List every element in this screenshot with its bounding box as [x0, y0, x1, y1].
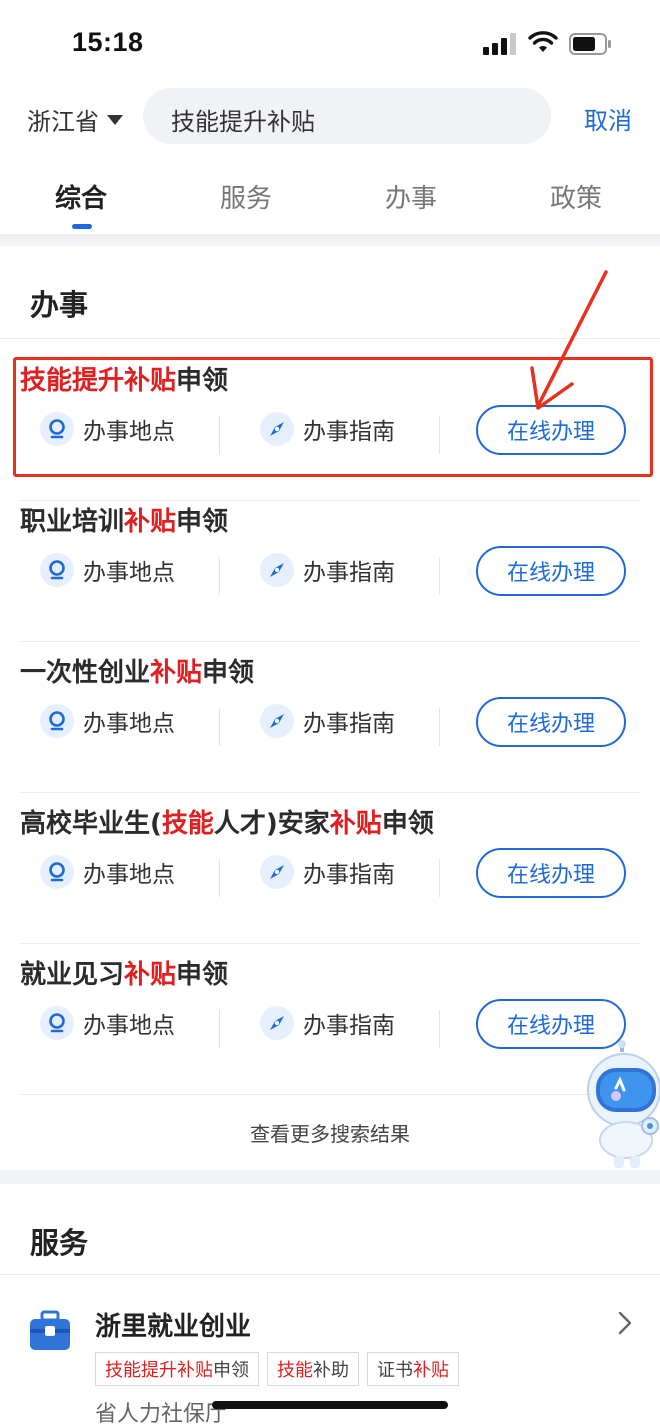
online-apply-button[interactable]: 在线办理: [476, 697, 626, 747]
search-input[interactable]: 技能提升补贴: [143, 88, 551, 144]
service-org: 省人力社保厅: [95, 1402, 228, 1427]
guide-action[interactable]: 办事指南: [260, 704, 395, 738]
search-bar: 浙江省 技能提升补贴 取消: [0, 88, 660, 146]
affairs-item[interactable]: 就业见习补贴申领 办事地点 办事指南 在线办理: [0, 944, 660, 1095]
affairs-item-title[interactable]: 高校毕业生(技能人才)安家补贴申领: [20, 803, 434, 840]
tag-text: 证书: [377, 1360, 413, 1381]
assistant-robot-icon[interactable]: [586, 1040, 660, 1170]
tab-policy[interactable]: 政策: [550, 178, 602, 215]
action-separator: [219, 859, 220, 897]
location-action-label: 办事地点: [83, 560, 175, 586]
search-query: 技能提升补贴: [171, 108, 315, 136]
annotation-arrow-icon: [530, 270, 608, 410]
affairs-item[interactable]: 职业培训补贴申领 办事地点 办事指南 在线办理: [0, 491, 660, 642]
tab-comprehensive[interactable]: 综合: [55, 178, 107, 215]
title-text: 职业培训: [20, 507, 125, 537]
status-bar: 15:18: [0, 0, 660, 88]
guide-action-label: 办事指南: [303, 560, 395, 586]
title-text: 申领: [202, 658, 255, 688]
action-separator: [439, 1010, 440, 1048]
province-selector[interactable]: 浙江省: [27, 102, 123, 137]
location-action[interactable]: 办事地点: [40, 704, 175, 738]
action-separator: [219, 557, 220, 595]
more-results-link[interactable]: 查看更多搜索结果: [0, 1118, 660, 1147]
location-pin-icon: [40, 704, 74, 738]
keyword-highlight: 补贴: [329, 809, 382, 839]
section-gap: [0, 1170, 660, 1184]
compass-icon: [260, 553, 294, 587]
action-separator: [219, 708, 220, 746]
tabs-shadow: [0, 234, 660, 246]
tag-text: 申领: [213, 1360, 249, 1381]
title-text: 人才)安家: [213, 809, 330, 839]
title-text: 申领: [381, 809, 434, 839]
keyword-highlight: 补贴: [413, 1360, 449, 1381]
affairs-item[interactable]: 一次性创业补贴申领办事地点 办事指南 在线办理: [0, 642, 660, 793]
chevron-right-icon: [618, 1311, 632, 1335]
guide-action-label: 办事指南: [303, 1013, 395, 1039]
keyword-highlight: 技能: [277, 1360, 313, 1381]
cellular-signal-icon: [483, 33, 517, 55]
tab-affairs[interactable]: 办事: [385, 178, 437, 215]
location-pin-icon: [40, 553, 74, 587]
title-text: 一次性创业: [20, 658, 151, 688]
compass-icon: [260, 1006, 294, 1040]
keyword-highlight: 补贴: [124, 507, 177, 537]
location-action[interactable]: 办事地点: [40, 1006, 175, 1040]
location-pin-icon: [40, 855, 74, 889]
keyword-highlight: 技能提升补贴: [105, 1360, 213, 1381]
tab-bar: 综合 服务 办事 政策: [0, 160, 660, 234]
guide-action-label: 办事指南: [303, 862, 395, 888]
province-label: 浙江省: [27, 108, 99, 136]
status-time: 15:18: [72, 27, 144, 57]
location-pin-icon: [40, 1006, 74, 1040]
tab-service[interactable]: 服务: [220, 178, 272, 215]
guide-action[interactable]: 办事指南: [260, 855, 395, 889]
guide-action[interactable]: 办事指南: [260, 553, 395, 587]
home-indicator: [212, 1401, 448, 1409]
action-separator: [439, 557, 440, 595]
guide-action[interactable]: 办事指南: [260, 1006, 395, 1040]
action-separator: [439, 859, 440, 897]
title-text: 申领: [176, 960, 229, 990]
affairs-item-title[interactable]: 一次性创业补贴申领: [20, 652, 254, 689]
location-action-label: 办事地点: [83, 1013, 175, 1039]
service-tag: 技能补助: [267, 1352, 359, 1386]
action-separator: [219, 1010, 220, 1048]
item-divider: [20, 1094, 640, 1095]
keyword-highlight: 补贴: [124, 960, 177, 990]
tag-text: 补助: [313, 1360, 349, 1381]
online-apply-button[interactable]: 在线办理: [476, 848, 626, 898]
service-tag: 技能提升补贴申领: [95, 1352, 259, 1386]
action-separator: [439, 708, 440, 746]
keyword-highlight: 技能: [161, 809, 214, 839]
wifi-icon: [528, 31, 558, 52]
cancel-button[interactable]: 取消: [584, 101, 632, 136]
location-action-label: 办事地点: [83, 862, 175, 888]
compass-icon: [260, 855, 294, 889]
affairs-item-title[interactable]: 职业培训补贴申领: [20, 501, 228, 538]
guide-action-label: 办事指南: [303, 711, 395, 737]
location-action-label: 办事地点: [83, 711, 175, 737]
service-tags: 技能提升补贴申领 技能补助 证书补贴: [95, 1352, 467, 1386]
section-divider: [0, 1274, 660, 1275]
title-text: 高校毕业生(: [20, 809, 162, 839]
section-title-service: 服务: [30, 1226, 89, 1260]
compass-icon: [260, 704, 294, 738]
keyword-highlight: 补贴: [150, 658, 203, 688]
online-apply-button[interactable]: 在线办理: [476, 546, 626, 596]
briefcase-icon: [30, 1310, 70, 1350]
title-text: 申领: [176, 507, 229, 537]
service-tag: 证书补贴: [367, 1352, 459, 1386]
affairs-item-title[interactable]: 就业见习补贴申领: [20, 954, 228, 991]
section-title-affairs: 办事: [30, 288, 89, 322]
location-action[interactable]: 办事地点: [40, 855, 175, 889]
active-tab-indicator: [72, 224, 92, 229]
battery-icon: [569, 33, 611, 55]
title-text: 就业见习: [20, 960, 125, 990]
caret-down-icon: [107, 114, 123, 125]
affairs-item[interactable]: 高校毕业生(技能人才)安家补贴申领办事地点 办事指南 在线办理: [0, 793, 660, 944]
service-name: 浙里就业创业: [95, 1312, 252, 1342]
location-action[interactable]: 办事地点: [40, 553, 175, 587]
